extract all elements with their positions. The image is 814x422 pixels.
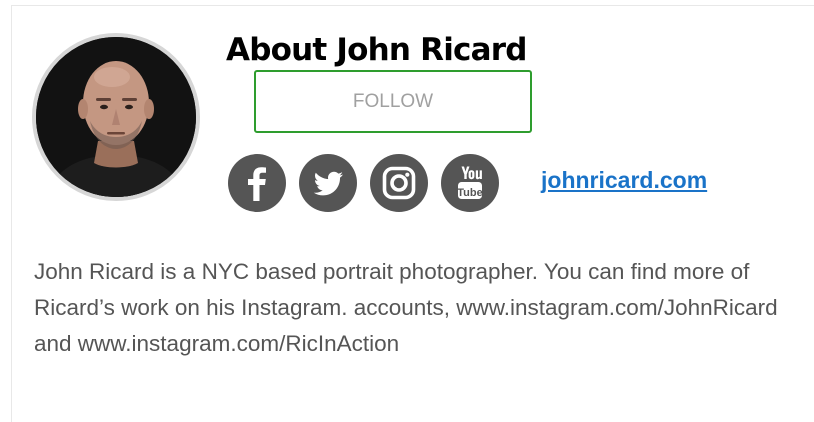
author-avatar [32, 33, 200, 201]
svg-text:Tube: Tube [457, 187, 482, 199]
author-title: About John Ricard [226, 32, 527, 68]
website-link[interactable]: johnricard.com [541, 167, 707, 194]
twitter-icon[interactable] [299, 154, 357, 212]
author-bio: John Ricard is a NYC based portrait phot… [34, 259, 778, 356]
portrait-image [36, 37, 196, 197]
facebook-icon[interactable] [228, 154, 286, 212]
youtube-icon[interactable]: Tube [441, 154, 499, 212]
instagram-icon[interactable] [370, 154, 428, 212]
follow-button[interactable]: FOLLOW [254, 70, 532, 133]
